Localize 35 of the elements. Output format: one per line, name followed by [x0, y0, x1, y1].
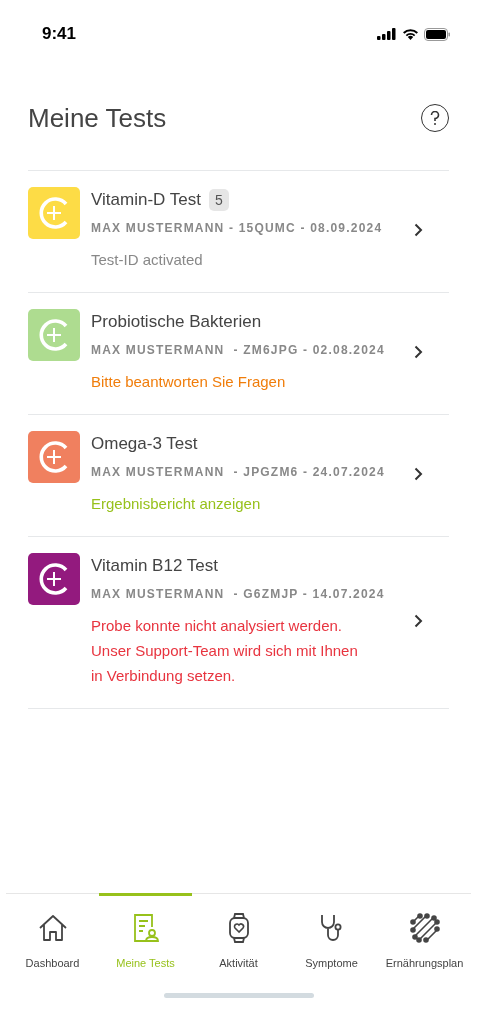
- tab[interactable]: Ernährungsplan: [378, 893, 471, 973]
- test-row[interactable]: Probiotische Bakterien MAX MUSTERMANN - ZM6JPG - 02.08.2024 Bitte beantworten Sie Fragen: [28, 293, 449, 415]
- home-icon: [37, 914, 68, 942]
- test-row[interactable]: Vitamin B12 Test MAX MUSTERMANN - G6ZMJP - 14.07.2024 Probe konnte nicht analysiert werden. Unser Support-Team wird sich mit Ihnen in Verbindung setzen.: [28, 537, 449, 709]
- test-row[interactable]: Omega-3 Test MAX MUSTERMANN - JPGZM6 - 24.07.2024 Ergebnisbericht anzeigen: [28, 415, 449, 537]
- test-status: Test-ID activated: [91, 250, 204, 270]
- wifi-icon: [402, 28, 419, 40]
- signal-icon: [377, 28, 397, 40]
- test-name: Vitamin-D Test: [91, 189, 201, 212]
- battery-icon: [424, 27, 451, 41]
- test-name: Omega-3 Test: [91, 433, 198, 456]
- count-badge: 5: [208, 189, 229, 211]
- test-name: Probiotische Bakterien: [91, 311, 262, 334]
- status-time: 9:41: [42, 23, 77, 46]
- smartwatch-heart-icon: [227, 913, 250, 943]
- dotted-lines-icon: [409, 913, 440, 943]
- tab[interactable]: Dashboard: [6, 893, 99, 973]
- tab[interactable]: Symptome: [285, 893, 378, 973]
- document-person-icon: [131, 913, 160, 943]
- chevron-right-icon: [414, 466, 423, 481]
- test-status: Ergebnisbericht anzeigen: [91, 494, 262, 514]
- test-status: Probe konnte nicht analysiert werden. Unser Support-Team wird sich mit Ihnen in Verbindung setzen.: [91, 616, 359, 686]
- test-name: Vitamin B12 Test: [91, 555, 218, 578]
- test-status: Bitte beantworten Sie Fragen: [91, 372, 287, 392]
- test-meta: MAX MUSTERMANN - 15QUMC - 08.09.2024: [91, 220, 383, 237]
- chevron-right-icon: [414, 222, 423, 237]
- chevron-right-icon: [414, 613, 423, 628]
- test-row[interactable]: Vitamin-D Test 5 MAX MUSTERMANN - 15QUMC - 08.09.2024 Test-ID activated: [28, 171, 449, 293]
- test-meta: MAX MUSTERMANN - JPGZM6 - 24.07.2024: [91, 464, 385, 481]
- question-icon: [430, 110, 440, 126]
- page-title: Meine Tests: [28, 101, 167, 135]
- test-meta: MAX MUSTERMANN - G6ZMJP - 14.07.2024: [91, 586, 385, 603]
- chevron-right-icon: [414, 344, 423, 359]
- test-meta: MAX MUSTERMANN - ZM6JPG - 02.08.2024: [91, 342, 385, 359]
- tab[interactable]: Aktivität: [192, 893, 285, 973]
